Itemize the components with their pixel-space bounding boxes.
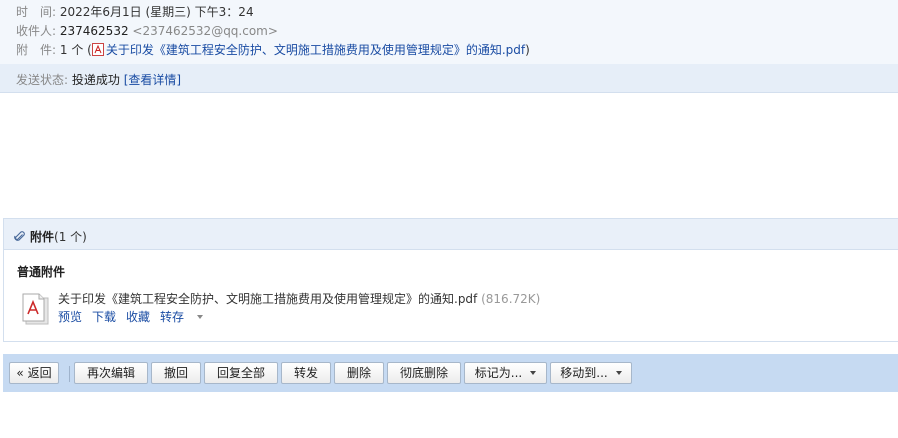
recall-button[interactable]: 撤回 [151, 362, 201, 384]
favorite-link[interactable]: 收藏 [126, 310, 150, 324]
mail-header: 时 间: 2022年6月1日 (星期三) 下午3：24 收件人: 2374625… [0, 0, 898, 64]
reedit-button[interactable]: 再次编辑 [74, 362, 148, 384]
download-link[interactable]: 下载 [92, 310, 116, 324]
attachment-file-name: 关于印发《建筑工程安全防护、文明施工措施费用及使用管理规定》的通知.pdf (8… [58, 290, 540, 307]
attachment-count: 1 个 ( [59, 43, 92, 57]
toolbar-divider [69, 366, 70, 382]
send-status-row: 发送状态: 投递成功 [查看详情] [16, 71, 181, 88]
preview-link[interactable]: 预览 [58, 310, 82, 324]
view-details-link[interactable]: [查看详情] [124, 73, 181, 87]
recipient-label: 收件人: [16, 24, 57, 38]
chevron-down-icon [615, 371, 622, 375]
attachment-panel-header: 附件(1 个) [4, 219, 898, 250]
send-status-bar: 发送状态: 投递成功 [查看详情] [0, 64, 898, 93]
time-value: 2022年6月1日 (星期三) 下午3：24 [59, 5, 254, 19]
chevron-down-icon [197, 315, 204, 319]
paperclip-icon [14, 231, 25, 241]
attachment-title: 附件 [30, 230, 55, 244]
permanent-delete-button[interactable]: 彻底删除 [387, 362, 461, 384]
attachment-file-title: 关于印发《建筑工程安全防护、文明施工措施费用及使用管理规定》的通知.pdf [58, 292, 478, 306]
attachment-panel-title: 附件(1 个) [14, 228, 87, 245]
mark-as-label: 标记为... [474, 366, 523, 380]
attachment-panel: 附件(1 个) 普通附件 关于印发《建筑工程安全防护、文明施工措施费用及使用管理… [3, 218, 898, 342]
attachment-row: 附 件: 1 个 ( 关于印发《建筑工程安全防护、文明施工措施费用及使用管理规定》… [16, 41, 530, 58]
attachment-total: (1 个) [54, 230, 87, 244]
pdf-icon [91, 43, 104, 56]
forward-button[interactable]: 转发 [281, 362, 331, 384]
attachment-file-size: (816.72K) [481, 292, 541, 306]
send-status-label: 发送状态: [16, 73, 69, 87]
recipient-address: <237462532@qq.com> [132, 24, 278, 38]
time-row: 时 间: 2022年6月1日 (星期三) 下午3：24 [16, 3, 254, 20]
save-to-label: 转存 [160, 310, 185, 324]
recipient-name[interactable]: 237462532 [60, 24, 129, 38]
action-toolbar: « 返回 再次编辑 撤回 回复全部 转发 删除 彻底删除 标记为... 移动到.… [3, 354, 898, 392]
save-to-link[interactable]: 转存 [160, 310, 204, 324]
attachment-close: ) [525, 43, 530, 57]
reply-all-button[interactable]: 回复全部 [204, 362, 278, 384]
attachment-file-link[interactable]: 关于印发《建筑工程安全防护、文明施工措施费用及使用管理规定》的通知.pdf [106, 43, 525, 57]
attachment-actions: 预览 下载 收藏 转存 [58, 308, 213, 325]
attachment-label: 附 件: [16, 43, 57, 57]
normal-attachments-heading: 普通附件 [17, 265, 66, 279]
chevron-down-icon [530, 371, 537, 375]
send-status-value: 投递成功 [71, 73, 120, 87]
recipient-row: 收件人: 237462532 <237462532@qq.com> [16, 22, 278, 39]
move-to-button[interactable]: 移动到... [550, 362, 632, 384]
back-button[interactable]: « 返回 [9, 362, 59, 384]
time-label: 时 间: [16, 5, 57, 19]
pdf-file-icon [22, 293, 49, 325]
mark-as-button[interactable]: 标记为... [464, 362, 547, 384]
move-to-label: 移动到... [560, 366, 608, 380]
delete-button[interactable]: 删除 [334, 362, 384, 384]
